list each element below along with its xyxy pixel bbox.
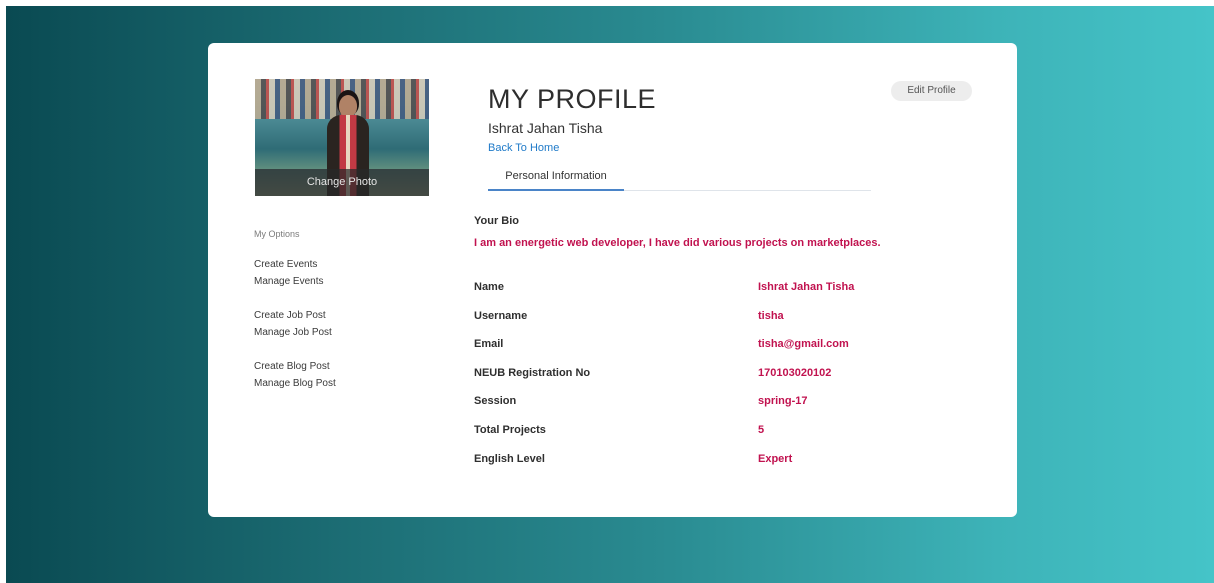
profile-tabs: Personal Information (488, 161, 871, 191)
sidebar-group-jobs: Create Job Post Manage Job Post (254, 307, 424, 341)
sidebar-item-create-blog-post[interactable]: Create Blog Post (254, 358, 424, 375)
change-photo-button[interactable]: Change Photo (255, 169, 429, 196)
sidebar-group-blog: Create Blog Post Manage Blog Post (254, 358, 424, 392)
page-title: MY PROFILE (488, 84, 657, 114)
sidebar-item-manage-events[interactable]: Manage Events (254, 273, 424, 290)
info-label: English Level (474, 452, 545, 465)
info-row-username: Username tisha (474, 310, 994, 339)
sidebar-group-events: Create Events Manage Events (254, 256, 424, 290)
info-value: spring-17 (758, 395, 808, 408)
bio-label: Your Bio (474, 215, 520, 227)
info-value: Ishrat Jahan Tisha (758, 281, 855, 293)
sidebar-item-create-events[interactable]: Create Events (254, 256, 424, 273)
tab-personal-information[interactable]: Personal Information (488, 161, 624, 191)
info-label: Name (474, 281, 504, 293)
sidebar-item-manage-job-post[interactable]: Manage Job Post (254, 324, 424, 341)
personal-info-table: Name Ishrat Jahan Tisha Username tisha E… (474, 281, 994, 481)
info-row-total-projects: Total Projects 5 (474, 424, 994, 453)
profile-photo[interactable]: Change Photo (255, 79, 429, 196)
profile-card: Change Photo My Options Create Events Ma… (208, 43, 1017, 517)
edit-profile-button[interactable]: Edit Profile (891, 81, 972, 101)
sidebar-item-manage-blog-post[interactable]: Manage Blog Post (254, 375, 424, 392)
info-value: 170103020102 (758, 366, 832, 379)
info-row-registration: NEUB Registration No 170103020102 (474, 367, 994, 396)
profile-header: MY PROFILE Ishrat Jahan Tisha Back To Ho… (488, 83, 656, 155)
info-label: Total Projects (474, 423, 546, 436)
info-label: Username (474, 309, 528, 322)
info-value: Expert (758, 452, 793, 465)
info-value: tisha@gmail.com (758, 338, 849, 351)
info-label: Email (474, 338, 504, 351)
info-label: NEUB Registration No (474, 366, 591, 379)
profile-name: Ishrat Jahan Tisha (488, 120, 603, 136)
info-label: Session (474, 395, 517, 408)
bio-text: I am an energetic web developer, I have … (474, 237, 881, 249)
info-row-session: Session spring-17 (474, 395, 994, 424)
sidebar-item-create-job-post[interactable]: Create Job Post (254, 307, 424, 324)
options-sidebar: My Options Create Events Manage Events C… (254, 229, 424, 392)
info-value: tisha (758, 309, 784, 322)
sidebar-heading: My Options (254, 229, 300, 239)
info-row-english-level: English Level Expert (474, 453, 994, 482)
info-row-email: Email tisha@gmail.com (474, 338, 994, 367)
info-value: 5 (758, 423, 765, 436)
back-to-home-link[interactable]: Back To Home (488, 141, 656, 155)
info-row-name: Name Ishrat Jahan Tisha (474, 281, 994, 310)
